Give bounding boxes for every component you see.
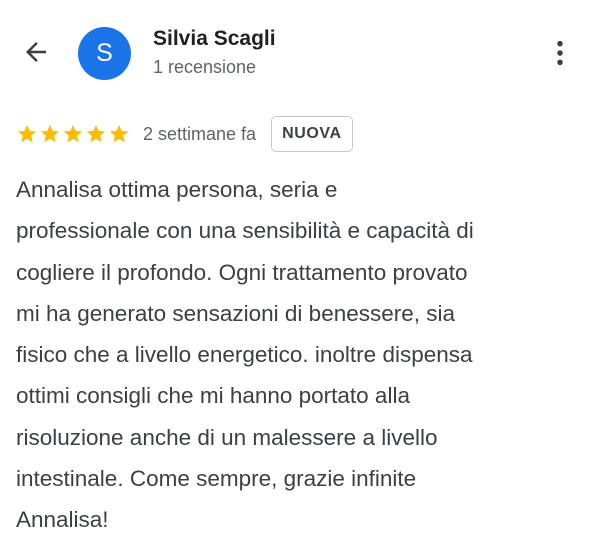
reviewer-review-count: 1 recensione	[153, 57, 257, 77]
star-icon	[17, 124, 37, 143]
back-button[interactable]	[18, 34, 54, 70]
reviewer-name[interactable]: Silvia Scagli	[153, 27, 276, 51]
review-text-line: ottimi consigli che mi hanno portato all…	[16, 383, 410, 409]
review-date: 2 settimane fa	[143, 123, 257, 144]
star-icon	[63, 124, 83, 143]
review-text-line: risoluzione anche di un malessere a live…	[16, 424, 438, 450]
review-header: S Silvia Scagli 1 recensione	[0, 0, 589, 100]
review-text-line: intestinale. Come sempre, grazie infinit…	[16, 466, 417, 492]
review-text: Annalisa ottima persona, seria e professi…	[16, 169, 584, 541]
star-rating	[16, 123, 131, 145]
avatar[interactable]: S	[78, 27, 131, 80]
review-text-line: cogliere il profondo. Ogni trattamento p…	[16, 259, 468, 285]
review-text-line: professionale con una sensibilità e capa…	[16, 218, 474, 244]
arrow-back-icon	[26, 42, 46, 62]
review-text-line: Annalisa ottima persona, seria e	[16, 177, 338, 202]
more-options-button[interactable]	[545, 33, 575, 73]
more-vert-icon	[557, 40, 563, 66]
review-text-line: mi ha generato sensazioni di benessere, …	[16, 300, 456, 326]
star-icon	[40, 124, 60, 143]
avatar-initial: S	[96, 39, 113, 67]
review-text-line: Annalisa!	[16, 507, 109, 533]
review-meta: 2 settimane fa NUOVA	[16, 116, 353, 152]
star-icon	[109, 124, 129, 143]
star-icon	[86, 124, 106, 143]
new-badge: NUOVA	[271, 116, 353, 152]
review-text-line: fisico che a livello energetico. inoltre…	[16, 342, 473, 368]
